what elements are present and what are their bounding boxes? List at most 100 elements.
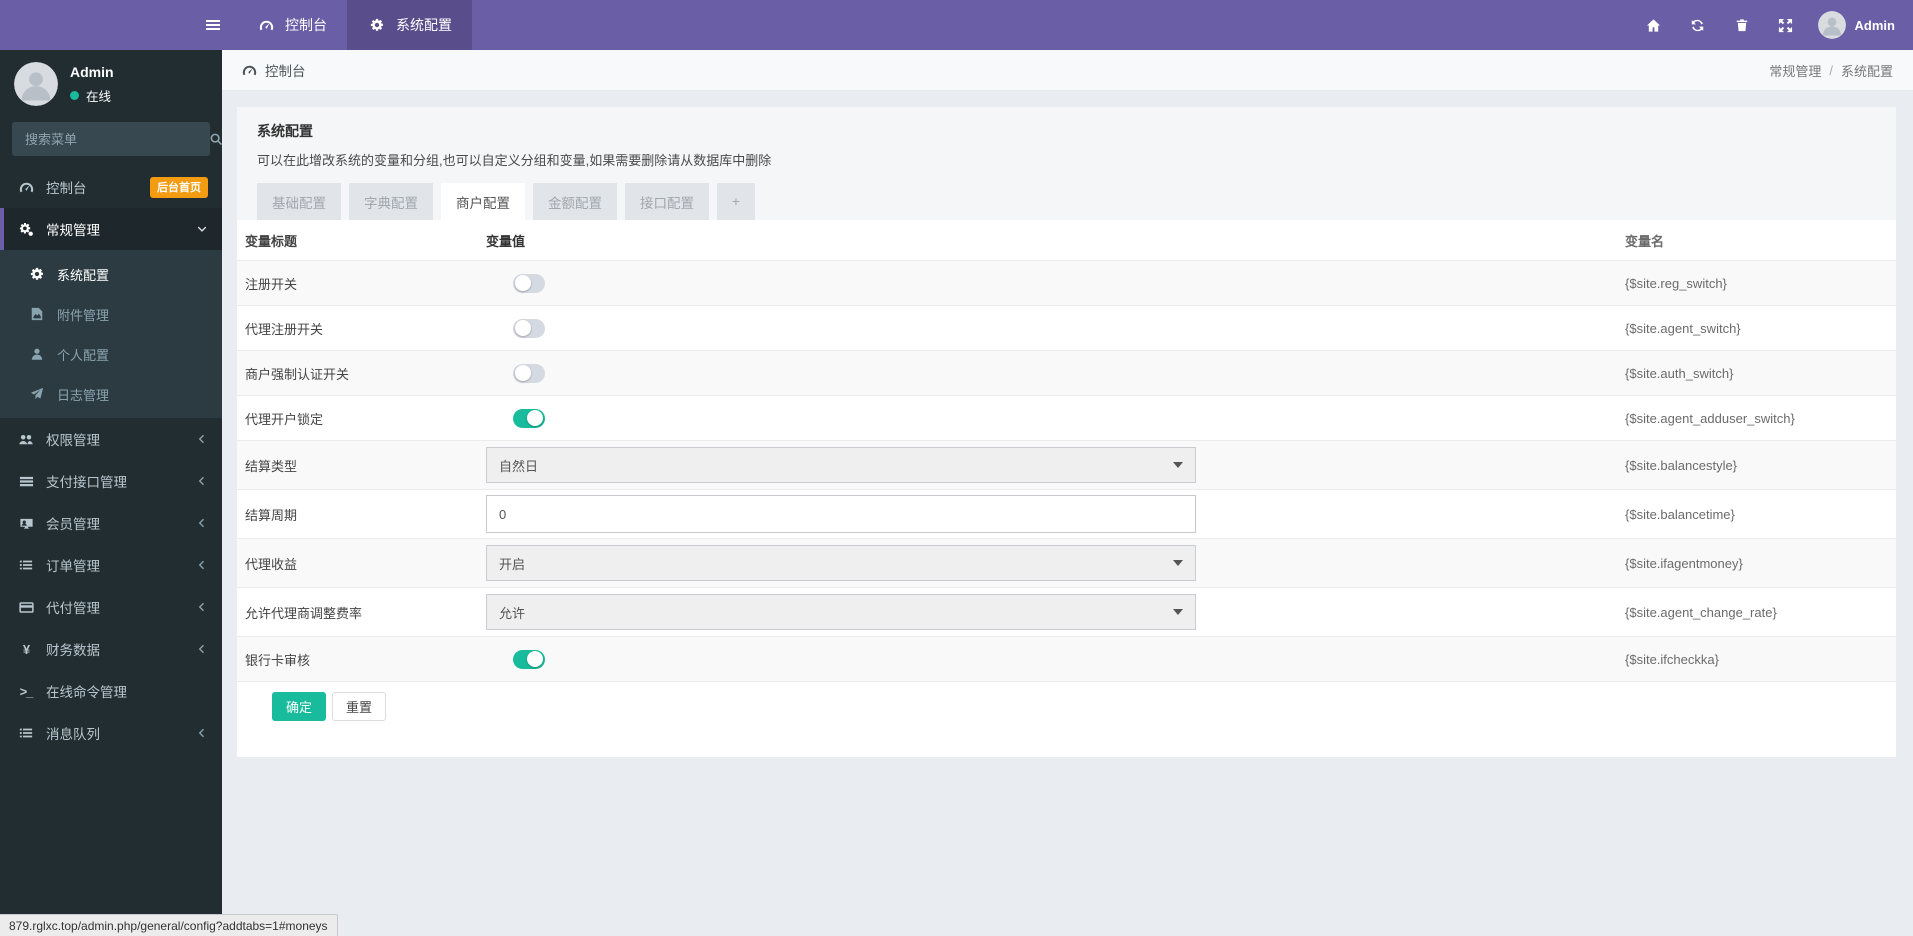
sidebar-menu: 控制台 后台首页常规管理系统配置 附件管理 个人配置 日志管理 权限管理 支付接口管理 会员管… [0,166,222,754]
sidebar-link-5[interactable]: 订单管理 [0,544,222,586]
toggle-switch[interactable] [513,408,545,428]
fullscreen-button[interactable] [1764,0,1808,50]
gear-icon [367,18,387,32]
navbar-right: Admin [1632,0,1913,50]
navbar-tabs: 控制台 系统配置 [236,0,472,50]
sidebar-item-right [196,559,208,571]
row-value-cell [478,649,1617,669]
sidebar-link-9[interactable]: 消息队列 [0,712,222,754]
toggle-switch[interactable] [513,363,545,383]
sidebar-subitem: 附件管理 [0,294,222,334]
clear-cache-button[interactable] [1720,0,1764,50]
submit-button[interactable]: 确定 [272,692,327,721]
chevron-left-icon [196,643,208,655]
top-navbar: 控制台 系统配置 Admin [0,0,1913,50]
sidebar-item-label: 常规管理 [46,223,100,238]
sidebar-item-right [196,727,208,739]
toggle-knob [527,410,543,426]
yen-icon: ¥ [22,641,30,657]
config-row: 注册开关 {$site.reg_switch} [237,260,1896,305]
variable-name: {$site.agent_change_rate} [1625,604,1777,620]
sidebar-link-7[interactable]: ¥ 财务数据 [0,628,222,670]
chevron-left-icon [196,475,208,487]
sidebar-link-1[interactable]: 常规管理 [0,208,222,250]
breadcrumb-link-current[interactable]: 系统配置 [1841,61,1893,80]
chevron-left-icon [196,517,208,529]
sidebar-item: ¥ 财务数据 [0,628,222,670]
sidebar-link-2[interactable]: 权限管理 [0,418,222,460]
home-button[interactable] [1632,0,1676,50]
sidebar-link-0[interactable]: 控制台 后台首页 [0,166,222,208]
refresh-button[interactable] [1676,0,1720,50]
row-value-cell [478,273,1617,293]
page-title: 系统配置 [257,123,313,139]
online-status-dot [70,90,79,100]
sidebar-item: 会员管理 [0,502,222,544]
sidebar-item-right [196,643,208,655]
config-tab-4[interactable]: 接口配置 [625,183,709,220]
row-value-cell [478,363,1617,383]
sidebar-item: 消息队列 [0,712,222,754]
config-row: 代理收益 开启 {$site.ifagentmoney} [237,538,1896,587]
avatar [14,62,58,106]
caret-down-icon [1173,609,1183,615]
navbar-tab-current[interactable]: 系统配置 [347,0,472,50]
add-tab-button[interactable]: + [717,183,755,220]
online-status-label: 在线 [86,89,112,104]
config-row: 结算周期 {$site.balancetime} [237,489,1896,538]
variable-name: {$site.auth_switch} [1625,365,1734,381]
toggle-switch[interactable] [513,273,545,293]
navbar-tab-dashboard[interactable]: 控制台 [236,0,347,50]
sidebar-link-6[interactable]: 代付管理 [0,586,222,628]
toggle-knob [515,275,531,291]
config-tab-3[interactable]: 金额配置 [533,183,617,220]
sidebar-sublink-1[interactable]: 附件管理 [0,294,222,334]
navbar-brand-area [0,0,190,50]
hamburger-icon [205,17,221,33]
row-title: 商户强制认证开关 [245,366,350,382]
config-row: 银行卡审核 {$site.ifcheckka} [237,636,1896,681]
toggle-switch[interactable] [513,318,545,338]
trash-icon [1735,18,1749,32]
sidebar-item: 代付管理 [0,586,222,628]
users-icon [16,432,36,447]
user-menu[interactable]: Admin [1808,0,1913,50]
sidebar-item-right [196,223,208,235]
select-field[interactable]: 开启 [486,545,1196,581]
sidebar-user-panel: Admin 在线 [0,50,222,116]
user-icon [27,347,47,361]
sidebar-link-8[interactable]: >_ 在线命令管理 [0,670,222,712]
reset-button[interactable]: 重置 [332,692,387,721]
chevron-left-icon [196,727,208,739]
home-badge: 后台首页 [150,176,208,198]
chevron-left-icon [196,433,208,445]
variable-title-header: 变量标题 [245,233,298,249]
text-input[interactable] [486,495,1196,533]
search-icon[interactable] [209,132,223,146]
terminal-icon: >_ [19,683,34,699]
sidebar-item: >_ 在线命令管理 [0,670,222,712]
sidebar-sublink-2[interactable]: 个人配置 [0,334,222,374]
config-tab-1[interactable]: 字典配置 [349,183,433,220]
search-input[interactable] [23,130,203,148]
sidebar-item-label: 财务数据 [46,643,100,658]
config-tab-0[interactable]: 基础配置 [257,183,341,220]
toggle-switch[interactable] [513,649,545,669]
sidebar-item-right [196,433,208,445]
sidebar-subitem: 个人配置 [0,334,222,374]
breadcrumb-link-parent[interactable]: 常规管理 [1769,61,1821,80]
sidebar-sublink-3[interactable]: 日志管理 [0,374,222,414]
sidebar-item: 权限管理 [0,418,222,460]
sidebar-toggle-button[interactable] [190,0,236,50]
tachometer-icon [16,180,36,195]
breadcrumb-bar: 控制台 常规管理 / 系统配置 [222,50,1913,91]
select-field[interactable]: 允许 [486,594,1196,630]
sidebar-link-4[interactable]: 会员管理 [0,502,222,544]
row-title: 注册开关 [245,276,298,292]
select-field[interactable]: 自然日 [486,447,1196,483]
sidebar-sublink-0[interactable]: 系统配置 [0,254,222,294]
sidebar-link-3[interactable]: 支付接口管理 [0,460,222,502]
config-tab-2[interactable]: 商户配置 [441,183,525,220]
toggle-knob [515,320,531,336]
row-title: 银行卡审核 [245,652,311,668]
